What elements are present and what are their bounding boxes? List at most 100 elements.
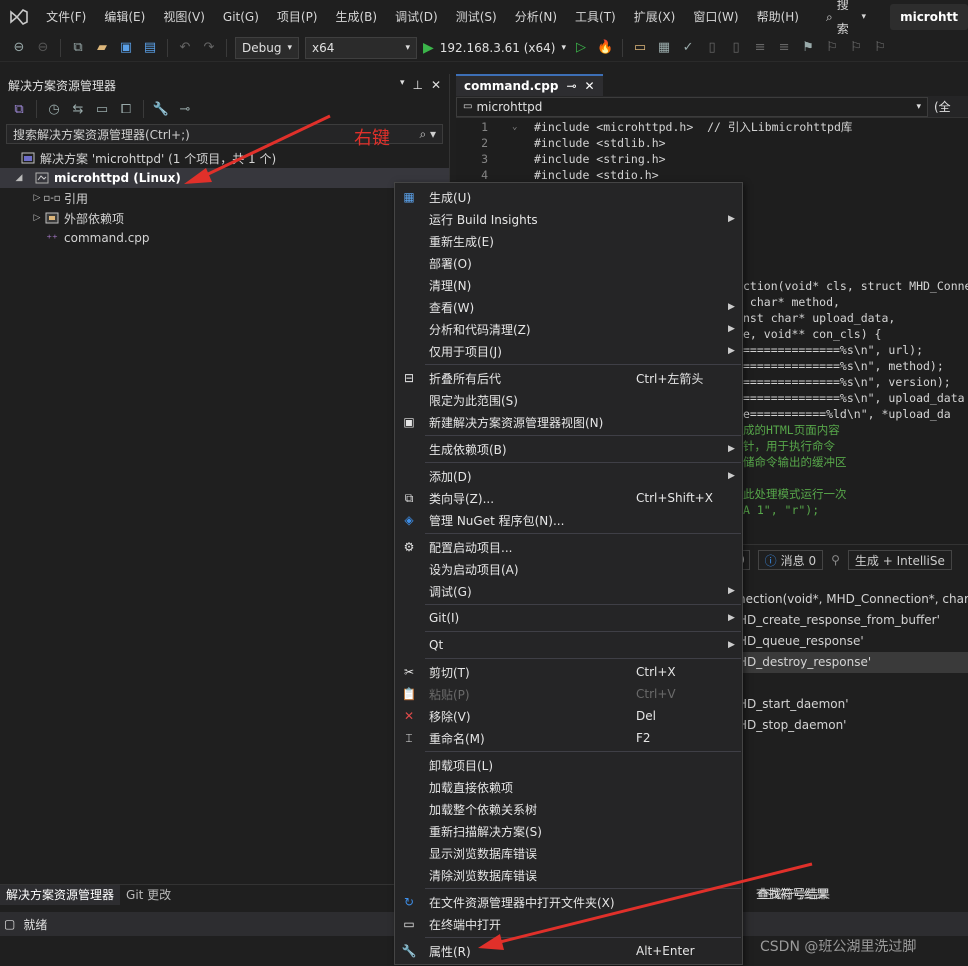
close-icon[interactable]: ✕ <box>585 79 595 93</box>
context-menu-item[interactable]: 查看(W) ▶ <box>395 296 742 318</box>
prev-bookmark-icon[interactable]: ⚐ <box>823 39 841 57</box>
show-all-files-icon[interactable]: ⧠ <box>117 100 135 118</box>
tab-command-cpp[interactable]: command.cpp ⊸ ✕ <box>456 74 603 96</box>
platform-select[interactable]: x64 ▾ <box>305 36 417 59</box>
menu-item[interactable]: Git(G) <box>214 0 268 34</box>
hot-reload-icon[interactable]: 🔥 <box>596 39 614 57</box>
context-menu-item[interactable]: ▭ 在终端中打开 <box>395 913 742 935</box>
context-menu-item[interactable]: Git(I) ▶ <box>395 607 742 629</box>
uncomment-icon[interactable]: ▯ <box>727 39 745 57</box>
find-symbol-results-tab[interactable]: 查找符号结果 <box>758 884 830 904</box>
context-menu-item[interactable]: ✂ 剪切(T) Ctrl+X <box>395 661 742 683</box>
context-menu-item[interactable]: 卸载项目(L) <box>395 754 742 776</box>
menu-item[interactable]: 帮助(H) <box>748 0 808 34</box>
tree-item-project[interactable]: ◢ microhttpd (Linux) <box>0 168 449 188</box>
pin-icon[interactable]: ⊥ <box>412 78 422 92</box>
context-menu-item[interactable]: 仅用于项目(J) ▶ <box>395 340 742 362</box>
new-project-icon[interactable]: ⧉ <box>69 39 87 57</box>
menu-item[interactable]: 生成(B) <box>327 0 387 34</box>
context-menu-item[interactable]: 添加(D) ▶ <box>395 465 742 487</box>
comment-icon[interactable]: ▯ <box>703 39 721 57</box>
indent-icon[interactable]: ≡ <box>751 39 769 57</box>
collapsed-icon[interactable]: ▷ <box>30 213 44 223</box>
save-all-icon[interactable]: ▤ <box>141 39 159 57</box>
bookmark-icon[interactable]: ⚑ <box>799 39 817 57</box>
scope-dropdown[interactable]: (全 <box>928 98 957 115</box>
context-menu-item[interactable]: 显示浏览数据库错误 <box>395 842 742 864</box>
tab-solution-explorer[interactable]: 解决方案资源管理器 <box>0 884 121 905</box>
context-menu-item[interactable]: 分析和代码清理(Z) ▶ <box>395 318 742 340</box>
fold-icon[interactable]: ⌄ <box>512 119 526 135</box>
collapse-all-icon[interactable]: ▭ <box>93 100 111 118</box>
context-menu-item[interactable]: 🔧 属性(R) Alt+Enter <box>395 940 742 962</box>
configuration-select[interactable]: Debug ▾ <box>235 36 299 59</box>
context-menu-item[interactable]: 调试(G) ▶ <box>395 580 742 602</box>
pin-icon[interactable]: ⊸ <box>566 79 576 93</box>
close-icon[interactable]: ✕ <box>431 78 441 92</box>
menu-item[interactable]: 扩展(X) <box>625 0 685 34</box>
context-menu-item[interactable]: ↻ 在文件资源管理器中打开文件夹(X) <box>395 891 742 913</box>
code-line[interactable]: 3 #include <string.h> <box>456 151 968 167</box>
next-bookmark-icon[interactable]: ⚐ <box>847 39 865 57</box>
context-menu-item[interactable]: ✕ 移除(V) Del <box>395 705 742 727</box>
properties-wrench-icon[interactable]: 🔧 <box>152 100 170 118</box>
undo-icon[interactable]: ↶ <box>176 39 194 57</box>
menu-item[interactable]: 项目(P) <box>268 0 327 34</box>
context-menu-item[interactable]: ▦ 生成(U) <box>395 186 742 208</box>
context-menu-item[interactable]: 设为启动项目(A) <box>395 558 742 580</box>
menu-item[interactable]: 分析(N) <box>506 0 566 34</box>
clear-bookmarks-icon[interactable]: ⚐ <box>871 39 889 57</box>
spellcheck-icon[interactable]: ✓ <box>679 39 697 57</box>
context-menu-item[interactable]: Qt ▶ <box>395 634 742 656</box>
code-line[interactable]: 1 ⌄ #include <microhttpd.h> // 引入Libmicr… <box>456 119 968 135</box>
menu-item[interactable]: 调试(D) <box>386 0 447 34</box>
context-menu-item[interactable]: 部署(O) <box>395 252 742 274</box>
tree-item-solution[interactable]: 解决方案 'microhttpd' (1 个项目，共 1 个) <box>0 148 449 168</box>
context-menu-item[interactable]: 重新生成(E) <box>395 230 742 252</box>
code-line[interactable]: 2 #include <stdlib.h> <box>456 135 968 151</box>
menu-item[interactable]: 窗口(W) <box>684 0 747 34</box>
save-icon[interactable]: ▣ <box>117 39 135 57</box>
context-menu-item[interactable]: 清理(N) <box>395 274 742 296</box>
filter-icon[interactable]: ⚲ <box>831 553 840 567</box>
context-menu-item[interactable]: ⌶ 重命名(M) F2 <box>395 727 742 749</box>
context-menu-item[interactable]: ⊟ 折叠所有后代 Ctrl+左箭头 <box>395 367 742 389</box>
messages-filter[interactable]: ⓘ 消息 0 <box>757 550 824 570</box>
forward-icon[interactable]: ⊖ <box>34 39 52 57</box>
menu-item[interactable]: 测试(S) <box>447 0 506 34</box>
tree-item-external-deps[interactable]: ▷ 外部依赖项 <box>0 208 449 228</box>
context-menu-item[interactable]: ◈ 管理 NuGet 程序包(N)... <box>395 509 742 531</box>
tree-item-file[interactable]: ⁺⁺ command.cpp <box>0 228 449 248</box>
chevron-down-icon[interactable]: ▾ <box>400 78 405 92</box>
menu-item[interactable]: 编辑(E) <box>95 0 154 34</box>
context-menu-item[interactable]: ⚙ 配置启动项目... <box>395 536 742 558</box>
context-menu-item[interactable]: 生成依赖项(B) ▶ <box>395 438 742 460</box>
folder-view-icon[interactable]: ▭ <box>631 39 649 57</box>
code-line[interactable]: 4 #include <stdio.h> <box>456 167 968 183</box>
context-menu-item[interactable]: 加载整个依赖关系树 <box>395 798 742 820</box>
redo-icon[interactable]: ↷ <box>200 39 218 57</box>
start-without-debugging-icon[interactable]: ▷ <box>572 39 590 57</box>
menu-item[interactable]: 视图(V) <box>154 0 214 34</box>
back-icon[interactable]: ⊖ <box>10 39 28 57</box>
expanded-icon[interactable]: ◢ <box>12 173 26 183</box>
build-source-select[interactable]: 生成 + IntelliSe <box>847 550 952 570</box>
pending-changes-icon[interactable]: ◷ <box>45 100 63 118</box>
preview-icon[interactable]: ⊸ <box>176 100 194 118</box>
context-menu-item[interactable]: ▣ 新建解决方案资源管理器视图(N) <box>395 411 742 433</box>
search-box[interactable]: ⌕ 搜索 ▾ <box>816 0 876 36</box>
sync-icon[interactable]: ⇆ <box>69 100 87 118</box>
tab-git-changes[interactable]: Git 更改 <box>120 885 177 905</box>
open-folder-icon[interactable]: ▰ <box>93 39 111 57</box>
start-debugging-button[interactable]: ▶ 192.168.3.61 (x64) ▾ <box>423 40 566 56</box>
visual-studio-logo-icon[interactable] <box>0 0 37 34</box>
context-menu-item[interactable]: 加载直接依赖项 <box>395 776 742 798</box>
context-menu-item[interactable]: 重新扫描解决方案(S) <box>395 820 742 842</box>
menu-item[interactable]: 工具(T) <box>566 0 625 34</box>
context-menu-item[interactable]: 运行 Build Insights ▶ <box>395 208 742 230</box>
layout-icon[interactable]: ▦ <box>655 39 673 57</box>
project-dropdown[interactable]: ▭ microhttpd ▾ <box>456 96 928 117</box>
outdent-icon[interactable]: ≡ <box>775 39 793 57</box>
collapsed-icon[interactable]: ▷ <box>30 193 44 203</box>
switch-views-icon[interactable]: ⧉ <box>10 100 28 118</box>
